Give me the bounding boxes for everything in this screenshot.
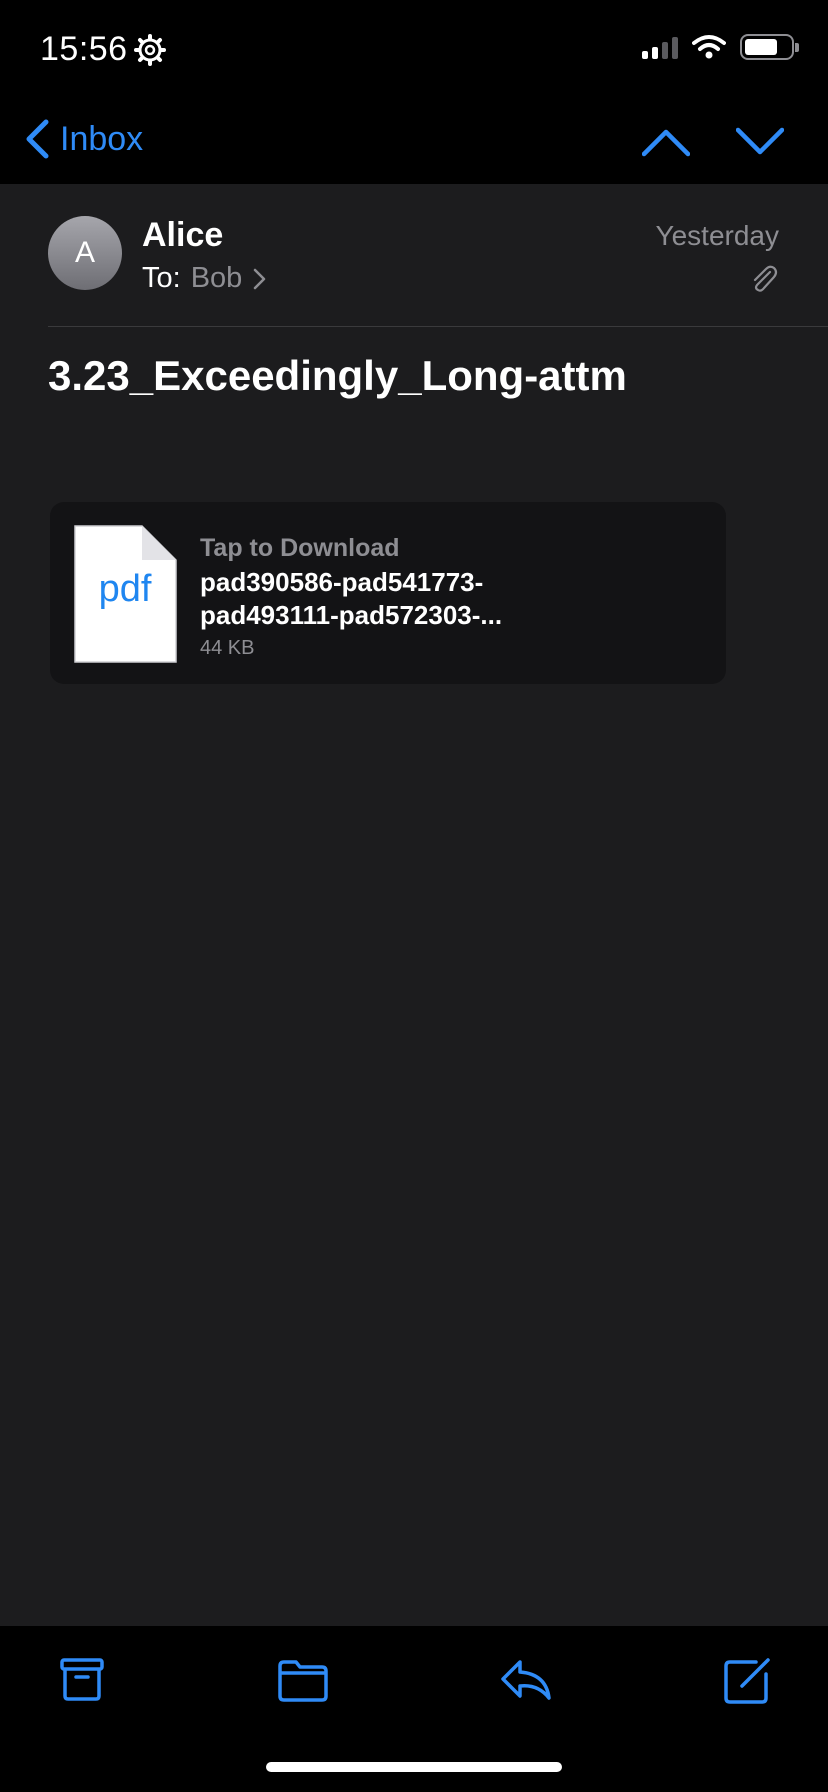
- wifi-icon: [692, 35, 726, 59]
- attachment-filename-line1: pad390586-pad541773-: [200, 567, 484, 597]
- previous-message-chevron-up-icon[interactable]: [642, 118, 690, 166]
- archive-icon[interactable]: [54, 1652, 110, 1708]
- paperclip-icon: [753, 265, 778, 292]
- file-type-label: pdf: [98, 568, 152, 610]
- message-subject: 3.23_Exceedingly_Long-attm: [48, 352, 627, 399]
- attachment-size: 44 KB: [200, 637, 255, 659]
- battery-icon: [740, 34, 799, 60]
- compose-icon[interactable]: [720, 1652, 776, 1708]
- header-divider: [48, 326, 828, 327]
- sender-name[interactable]: Alice: [142, 216, 223, 255]
- recipients-row[interactable]: To: Bob: [142, 262, 266, 295]
- avatar[interactable]: A: [48, 216, 122, 290]
- back-to-inbox-button[interactable]: Inbox: [24, 118, 143, 160]
- status-indicators: [642, 34, 799, 60]
- next-message-chevron-down-icon[interactable]: [736, 118, 784, 166]
- gear-icon: [134, 34, 166, 66]
- attachment-card[interactable]: pdf Tap to Download pad390586-pad541773-…: [50, 502, 726, 684]
- recipient-name: Bob: [190, 262, 243, 294]
- folder-icon[interactable]: [275, 1652, 331, 1708]
- attachment-details: Tap to Download pad390586-pad541773- pad…: [200, 532, 700, 662]
- mail-message-screen: 15:56 Inbox A Alice To: Bob Yesterday 3.…: [0, 0, 828, 1792]
- chevron-right-icon: [254, 268, 266, 289]
- tap-to-download-label: Tap to Download: [200, 534, 400, 562]
- home-indicator[interactable]: [266, 1762, 562, 1772]
- top-bar: 15:56 Inbox: [0, 0, 828, 184]
- reply-icon[interactable]: [498, 1652, 554, 1708]
- message-date: Yesterday: [655, 220, 780, 251]
- attachment-filename-line2: pad493111-pad572303-...: [200, 600, 503, 630]
- status-time: 15:56: [40, 30, 128, 68]
- cellular-signal-icon: [642, 35, 678, 59]
- to-label: To:: [142, 262, 181, 294]
- back-button-label: Inbox: [60, 119, 144, 158]
- chevron-left-icon: [26, 119, 49, 159]
